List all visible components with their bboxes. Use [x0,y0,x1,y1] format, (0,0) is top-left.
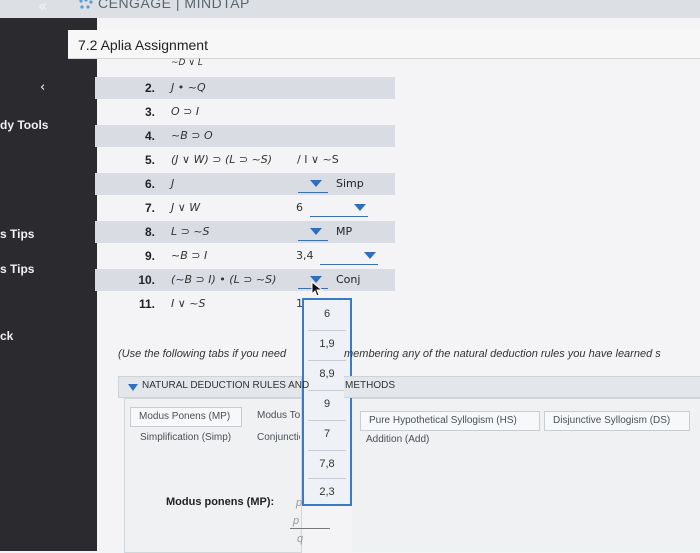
line-ref-dropdown[interactable] [298,224,328,241]
tab-pure-hypothetical-syllogism[interactable]: Pure Hypothetical Syllogism (HS) [360,411,540,431]
rules-title-start: NATURAL DEDUCTION RULES AND [142,380,310,391]
line-number: 3. [144,105,155,119]
tab-disjunctive-syllogism[interactable]: Disjunctive Syllogism (DS) [544,411,690,431]
brand-name: CENGAGE | MINDTAP [98,0,250,11]
proof-formula: J ∨ W [171,201,201,214]
mp-inference-line [290,528,330,529]
sidebar-item-tips-2[interactable]: s Tips [0,262,34,276]
line-number: 8. [144,225,155,239]
line-number: 6. [144,177,155,191]
line-number: 4. [144,129,155,143]
conclusion: / I ∨ ~S [297,153,339,166]
help-text-continued: membering any of the natural deduction r… [344,348,661,360]
line-ref-dropdown[interactable] [298,176,328,193]
sidebar-item-back[interactable]: ck [0,329,13,343]
rule-dropdown[interactable]: MP [336,225,352,238]
tab-addition[interactable]: Addition (Add) [366,431,446,451]
sidebar: ‹ dy Tools s Tips s Tips ck [0,18,97,551]
expand-triangle-icon [128,384,138,391]
mp-conclusion: q [297,533,304,545]
line-number: 7. [144,201,155,215]
proof-line-1-partial: ~D ∨ L [171,58,203,68]
proof-row: 3. O ⊃ I [95,101,395,123]
proof-formula: (J ∨ W) ⊃ (L ⊃ ~S) [171,153,273,166]
line-ref-value[interactable]: 6 [296,201,303,214]
line-number: 9. [144,249,155,263]
proof-formula: L ⊃ ~S [171,225,210,238]
line-ref-listbox[interactable]: 6 1,9 8,9 9 7 7,8 2,3 [302,298,352,506]
proof-formula: (~B ⊃ I) • (L ⊃ ~S) [171,273,277,286]
listbox-option[interactable]: 6 [304,308,350,320]
tab-modus-ponens[interactable]: Modus Ponens (MP) [130,407,242,427]
cengage-logo-icon [79,0,93,9]
collapse-icon[interactable]: « [38,0,47,15]
listbox-option[interactable]: 2,3 [304,486,350,498]
line-number: 5. [144,153,155,167]
listbox-option[interactable]: 7 [304,428,350,440]
tab-modus-tollens[interactable]: Modus To [257,407,300,427]
rule-dropdown[interactable] [320,248,378,265]
line-ref-value[interactable]: 3,4 [296,249,314,262]
proof-formula: J [171,177,175,190]
modus-ponens-label: Modus ponens (MP): [166,496,275,508]
proof-formula: O ⊃ I [171,105,200,118]
dropdown-arrow-icon [310,228,322,235]
line-number: 2. [144,81,155,95]
sidebar-item-tips[interactable]: s Tips [0,227,34,241]
listbox-option[interactable]: 9 [304,398,350,410]
dropdown-arrow-icon [364,252,376,259]
rule-dropdown[interactable] [310,200,368,217]
mp-premise: p [293,515,300,527]
proof-formula: J • ~Q [171,81,206,94]
rules-accordion-title[interactable]: NATURAL DEDUCTION RULES AND [128,380,309,391]
rules-title-end: METHODS [345,380,395,391]
tab-simplification[interactable]: Simplification (Simp) [140,429,240,449]
tab-conjunction[interactable]: Conjunctio [257,429,300,449]
dropdown-arrow-icon [354,204,366,211]
sidebar-item-study-tools[interactable]: dy Tools [0,118,48,132]
line-number: 10. [138,273,155,287]
line-number: 11. [138,297,155,311]
rule-dropdown[interactable]: Conj [336,273,360,286]
proof-formula: ~B ⊃ O [171,129,213,142]
chevron-left-icon[interactable]: ‹ [40,80,45,95]
proof-row: 5. (J ∨ W) ⊃ (L ⊃ ~S) [95,149,395,171]
proof-row: 4. ~B ⊃ O [95,125,395,147]
proof-formula: ~B ⊃ I [171,249,208,262]
proof-formula: I ∨ ~S [171,297,206,310]
rules-accordion-header-right [344,376,700,398]
help-text: (Use the following tabs if you need [118,348,287,360]
rule-dropdown[interactable]: Simp [336,177,364,190]
mouse-cursor-icon [311,281,324,297]
dropdown-arrow-icon [310,180,322,187]
mp-premise: p [296,497,303,509]
proof-row: 2. J • ~Q [95,77,395,99]
page-title: 7.2 Aplia Assignment [78,37,208,53]
listbox-option[interactable]: 7,8 [304,458,350,470]
